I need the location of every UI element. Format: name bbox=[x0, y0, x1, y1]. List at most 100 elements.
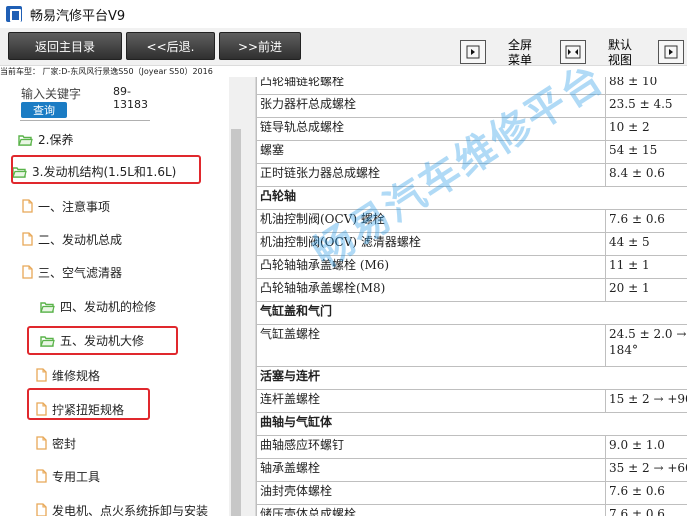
tree-item-label: 一、注意事项 bbox=[38, 199, 111, 214]
part-name-cell: 螺塞 bbox=[255, 140, 607, 164]
table-row: 机油控制阀(OCV) 滤清器螺栓 44 ± 5 bbox=[255, 232, 687, 256]
part-name-cell: 油封壳体螺栓 bbox=[255, 481, 607, 505]
tree-item[interactable]: 二、发动机总成 bbox=[22, 229, 122, 249]
table-section-header: 活塞与连杆 bbox=[256, 366, 687, 390]
torque-value-cell: 7.6 ± 0.6 bbox=[605, 209, 687, 233]
table-row: 油封壳体螺栓 7.6 ± 0.6 bbox=[255, 481, 687, 505]
tree-item-label: 三、空气滤清器 bbox=[38, 265, 123, 280]
collapse-right-button[interactable] bbox=[658, 40, 684, 64]
torque-value-cell: 54 ± 15 bbox=[605, 140, 687, 164]
table-section-header: 凸轮轴 bbox=[256, 186, 687, 210]
tree-item[interactable]: 专用工具 bbox=[36, 466, 100, 486]
tree-item[interactable]: 2.保养 bbox=[18, 129, 73, 149]
tree-item-label: 密封 bbox=[52, 436, 77, 451]
table-row: 正时链张力器总成螺栓 8.4 ± 0.6 bbox=[255, 163, 687, 187]
table-row: 螺塞 54 ± 15 bbox=[255, 140, 687, 164]
table-section-header: 气缸盖和气门 bbox=[256, 301, 687, 325]
part-name-cell: 轴承盖螺栓 bbox=[255, 458, 607, 482]
navigation-tree-panel: 输入关键字 89- 13183 查询 2.保养 3.发动机结构(1.5L和1.6L… bbox=[0, 77, 243, 516]
tree-item-label: 维修规格 bbox=[52, 368, 101, 383]
torque-value-cell: 7.6 ± 0.6 bbox=[605, 481, 687, 505]
torque-value-cell: 20 ± 1 bbox=[605, 278, 687, 302]
tree-scrollbar[interactable] bbox=[229, 77, 243, 516]
folder-open-icon bbox=[18, 134, 33, 146]
torque-value-cell: 9.0 ± 1.0 bbox=[605, 435, 687, 459]
split-arrows-icon bbox=[565, 45, 581, 59]
fullscreen-menu-button[interactable]: 全屏 菜单 bbox=[502, 38, 538, 68]
default-view-button[interactable]: 默认 视图 bbox=[602, 38, 638, 68]
document-icon bbox=[36, 469, 47, 483]
part-name-cell: 机油控制阀(OCV) 滤清器螺栓 bbox=[255, 232, 607, 256]
part-name-cell: 凸轮轴轴承盖螺栓 (M6) bbox=[255, 255, 607, 279]
search-input[interactable]: 89- 13183 bbox=[113, 85, 148, 111]
table-row: 凸轮轴链轮螺栓 88 ± 10 bbox=[255, 77, 687, 95]
query-button[interactable]: 查询 bbox=[21, 102, 67, 118]
tree-item[interactable]: 三、空气滤清器 bbox=[22, 262, 122, 282]
torque-value-cell: 88 ± 10 bbox=[605, 77, 687, 95]
current-vehicle-info: 当前车型： 厂家:D-东风风行景逸S50（Joyear S50）2016 bbox=[0, 67, 213, 76]
toolbar: 返回主目录 <<后退. >>前进 全屏 菜单 默认 视图 bbox=[0, 28, 687, 68]
scrollbar-thumb[interactable] bbox=[231, 129, 241, 516]
panel-arrow-icon bbox=[664, 45, 678, 59]
part-name-cell: 储压壳体总成螺栓 bbox=[255, 504, 607, 516]
tree-item-label: 二、发动机总成 bbox=[38, 232, 123, 247]
part-name-cell: 正时链张力器总成螺栓 bbox=[255, 163, 607, 187]
folder-open-icon bbox=[40, 301, 55, 313]
document-icon bbox=[36, 436, 47, 450]
part-name-cell: 凸轮轴轴承盖螺栓(M8) bbox=[255, 278, 607, 302]
part-name-cell: 曲轴感应环螺钉 bbox=[255, 435, 607, 459]
torque-value-cell: 11 ± 1 bbox=[605, 255, 687, 279]
content-panel: 凸轮轴链轮螺栓 88 ± 10 张力器杆总成螺栓 23.5 ± 4.5 链导轨总成螺栓 1… bbox=[243, 77, 687, 516]
part-name-cell: 张力器杆总成螺栓 bbox=[255, 94, 607, 118]
torque-value-cell: 24.5 ± 2.0 → 184° bbox=[605, 324, 687, 367]
part-name-cell: 机油控制阀(OCV) 螺栓 bbox=[255, 209, 607, 233]
document-icon bbox=[36, 368, 47, 382]
tree-item-label: 专用工具 bbox=[52, 469, 101, 484]
torque-value-cell: 8.4 ± 0.6 bbox=[605, 163, 687, 187]
tree-item-label: 发电机、点火系统拆卸与安装 bbox=[52, 503, 209, 516]
content-scrollbar[interactable] bbox=[243, 77, 256, 516]
back-button[interactable]: <<后退. bbox=[126, 32, 215, 60]
table-row: 凸轮轴轴承盖螺栓(M8) 20 ± 1 bbox=[255, 278, 687, 302]
torque-spec-table: 凸轮轴链轮螺栓 88 ± 10 张力器杆总成螺栓 23.5 ± 4.5 链导轨总成螺栓 1… bbox=[255, 77, 687, 516]
document-icon bbox=[22, 199, 33, 213]
collapse-left-button[interactable] bbox=[460, 40, 486, 64]
part-name-cell: 气缸盖螺栓 bbox=[255, 324, 607, 367]
table-row: 轴承盖螺栓 35 ± 2 → +60 bbox=[255, 458, 687, 482]
part-name-cell: 链导轨总成螺栓 bbox=[255, 117, 607, 141]
highlight-box bbox=[27, 326, 178, 355]
torque-value-cell: 15 ± 2 → +90 bbox=[605, 389, 687, 413]
search-label: 输入关键字 bbox=[21, 87, 82, 101]
table-row: 机油控制阀(OCV) 螺栓 7.6 ± 0.6 bbox=[255, 209, 687, 233]
table-row: 曲轴感应环螺钉 9.0 ± 1.0 bbox=[255, 435, 687, 459]
part-name-cell: 凸轮轴链轮螺栓 bbox=[255, 77, 607, 95]
title-bar: 畅易汽修平台V9 bbox=[0, 0, 687, 28]
table-row: 储压壳体总成螺栓 7.6 ± 0.6 bbox=[255, 504, 687, 516]
highlight-box bbox=[11, 155, 201, 184]
torque-value-cell: 44 ± 5 bbox=[605, 232, 687, 256]
forward-button[interactable]: >>前进 bbox=[219, 32, 301, 60]
section-title: 活塞与连杆 bbox=[256, 366, 687, 390]
panel-arrow-icon bbox=[466, 45, 480, 59]
table-section-header: 曲轴与气缸体 bbox=[256, 412, 687, 436]
tree-item[interactable]: 发电机、点火系统拆卸与安装 bbox=[36, 500, 208, 516]
torque-value-cell: 35 ± 2 → +60 bbox=[605, 458, 687, 482]
part-name-cell: 连杆盖螺栓 bbox=[255, 389, 607, 413]
tree-item[interactable]: 四、发动机的检修 bbox=[40, 296, 156, 316]
tree-item[interactable]: 维修规格 bbox=[36, 365, 100, 385]
tree-item[interactable]: 一、注意事项 bbox=[22, 196, 110, 216]
torque-value-cell: 7.6 ± 0.6 bbox=[605, 504, 687, 516]
table-row: 链导轨总成螺栓 10 ± 2 bbox=[255, 117, 687, 141]
document-icon bbox=[22, 232, 33, 246]
document-icon bbox=[36, 503, 47, 516]
table-row: 张力器杆总成螺栓 23.5 ± 4.5 bbox=[255, 94, 687, 118]
tree-item-label: 四、发动机的检修 bbox=[60, 299, 157, 314]
back-to-main-button[interactable]: 返回主目录 bbox=[8, 32, 122, 60]
table-row: 气缸盖螺栓 24.5 ± 2.0 → 184° bbox=[255, 324, 687, 367]
tree-item[interactable]: 密封 bbox=[36, 433, 76, 453]
table-row: 凸轮轴轴承盖螺栓 (M6) 11 ± 1 bbox=[255, 255, 687, 279]
table-row: 连杆盖螺栓 15 ± 2 → +90 bbox=[255, 389, 687, 413]
tree-item-label: 2.保养 bbox=[38, 132, 74, 147]
split-view-button[interactable] bbox=[560, 40, 586, 64]
highlight-box bbox=[27, 388, 150, 420]
